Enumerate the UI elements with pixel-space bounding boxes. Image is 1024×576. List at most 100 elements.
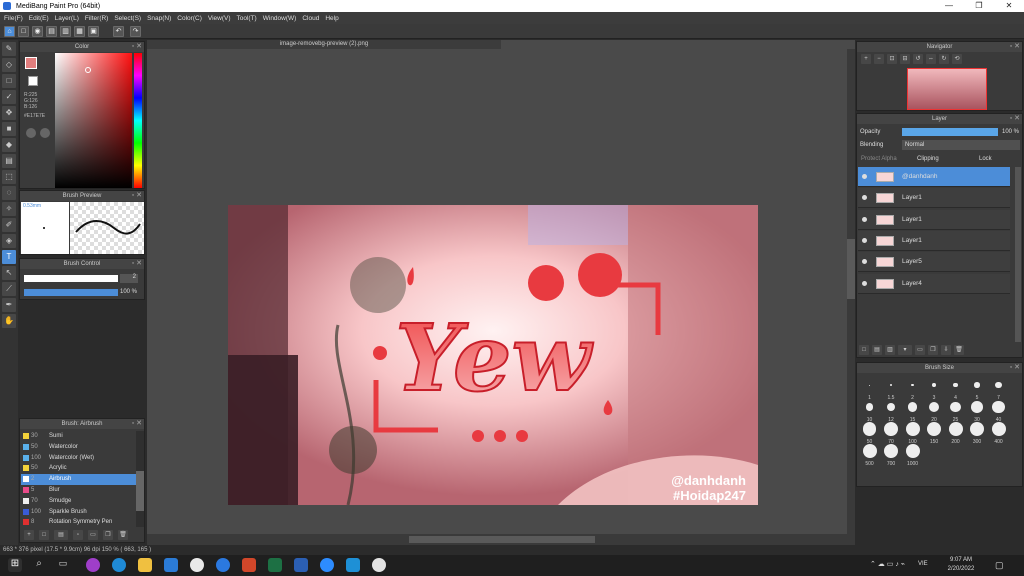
brush-size-option[interactable]: 70 <box>882 420 901 445</box>
lasso-tool-icon[interactable]: ◌ <box>2 186 16 200</box>
operation-tool-icon[interactable]: ↖ <box>2 266 16 280</box>
new-1bit-layer-icon[interactable]: ▥ <box>885 345 895 355</box>
new-halftone-layer-icon[interactable]: ▤ <box>872 345 882 355</box>
brush-list-item[interactable]: 2 Airbrush <box>21 474 143 485</box>
color-picker-handle[interactable] <box>85 67 91 73</box>
close-button[interactable]: ✕ <box>994 0 1024 12</box>
brush-size-option[interactable]: 1000 <box>903 442 922 467</box>
menu-tool[interactable]: Tool(T) <box>237 15 257 22</box>
language-indicator[interactable]: VIE <box>918 561 928 567</box>
comment-icon[interactable]: ◉ <box>32 26 43 37</box>
brush-delete-icon[interactable]: 🗑 <box>118 530 128 540</box>
brush-tool-icon[interactable]: ✎ <box>2 42 16 56</box>
panel-options-icon[interactable]: ▫ ✕ <box>132 259 142 269</box>
select-tool-icon[interactable]: ⬚ <box>2 170 16 184</box>
visibility-icon[interactable] <box>862 280 867 286</box>
primary-color-swatch[interactable] <box>25 57 37 69</box>
brush-size-option[interactable]: 700 <box>882 442 901 467</box>
layer-row[interactable]: Layer1 <box>858 188 1010 209</box>
brush-list-item[interactable]: 70 Smudge <box>21 496 143 507</box>
brush-size-option[interactable]: 100 <box>903 420 922 445</box>
brush-size-option[interactable]: 50 <box>860 420 879 445</box>
brush-size-option[interactable]: 400 <box>989 420 1008 445</box>
menu-cloud[interactable]: Cloud <box>302 15 319 22</box>
fit-icon[interactable]: ⊡ <box>887 54 897 64</box>
brush-size-option[interactable]: 150 <box>925 420 944 445</box>
navigator-thumbnail[interactable] <box>907 68 987 110</box>
rect-tool-icon[interactable]: □ <box>2 74 16 88</box>
edge-icon[interactable] <box>112 558 126 572</box>
brush-size-option[interactable]: 20 <box>925 398 944 423</box>
brush-size-value[interactable]: 2 <box>120 274 138 283</box>
panel-options-icon[interactable]: ▫ ✕ <box>1010 114 1020 124</box>
layer-row[interactable]: Layer1 <box>858 230 1010 251</box>
file-explorer-icon[interactable] <box>138 558 152 572</box>
brush-size-slider[interactable] <box>24 275 118 282</box>
clipping-checkbox[interactable]: Clipping <box>917 156 939 162</box>
panel-options-icon[interactable]: ▫ ✕ <box>132 42 142 52</box>
brush-size-option[interactable]: 40 <box>989 398 1008 423</box>
brush-list-item[interactable]: 50 Acrylic <box>21 463 143 474</box>
menu-help[interactable]: Help <box>325 15 338 22</box>
new-layer-icon[interactable]: □ <box>859 345 869 355</box>
brush-folder-icon[interactable]: ▭ <box>88 530 98 540</box>
actual-size-icon[interactable]: ⊟ <box>900 54 910 64</box>
brush-size-option[interactable]: 200 <box>946 420 965 445</box>
chrome-icon[interactable] <box>190 558 204 572</box>
color-wheel-icon[interactable] <box>26 128 36 138</box>
brush-list-item[interactable]: 100 Sparkle Brush <box>21 507 143 518</box>
blending-select[interactable]: Normal <box>902 140 1020 150</box>
brush-list-item[interactable]: 30 Sumi <box>21 431 143 442</box>
visibility-icon[interactable] <box>862 237 867 243</box>
menu-layer[interactable]: Layer(L) <box>55 15 79 22</box>
medibang-icon[interactable] <box>216 558 230 572</box>
visibility-icon[interactable] <box>862 174 867 179</box>
menu-filter[interactable]: Filter(R) <box>85 15 108 22</box>
magic-wand-tool-icon[interactable]: ✧ <box>2 202 16 216</box>
color-picker-square[interactable] <box>55 53 132 188</box>
brush-size-option[interactable]: 1.5 <box>882 376 901 401</box>
visibility-icon[interactable] <box>862 195 867 201</box>
rotate-left-icon[interactable]: ↺ <box>913 54 923 64</box>
horizontal-scrollbar[interactable] <box>147 534 855 545</box>
brush-new-icon[interactable]: □ <box>39 530 49 540</box>
brush-size-option[interactable]: 300 <box>968 420 987 445</box>
system-tray-icons[interactable]: ⌃ ☁ ▭ ♪ ⌁ <box>870 560 905 568</box>
minimize-button[interactable]: — <box>934 0 964 12</box>
brush-size-option[interactable]: 10 <box>860 398 879 423</box>
brush-list-item[interactable]: 5 Blur <box>21 485 143 496</box>
brush-size-option[interactable]: 30 <box>968 398 987 423</box>
menu-color[interactable]: Color(C) <box>177 15 202 22</box>
text-tool-icon[interactable]: T <box>2 250 16 264</box>
check-tool-icon[interactable]: ✓ <box>2 90 16 104</box>
brush-size-option[interactable]: 5 <box>968 376 987 401</box>
flip-icon[interactable]: ⇔ <box>926 54 936 64</box>
zoom-in-icon[interactable]: + <box>861 54 871 64</box>
gradient-tool-icon[interactable]: ▤ <box>2 154 16 168</box>
layer-row[interactable]: Layer5 <box>858 252 1010 273</box>
panel-options-icon[interactable]: ▫ ✕ <box>1010 42 1020 52</box>
select-eraser-tool-icon[interactable]: ◈ <box>2 234 16 248</box>
menu-window[interactable]: Window(W) <box>263 15 297 22</box>
new-file-icon[interactable]: □ <box>18 26 29 37</box>
reset-view-icon[interactable]: ⟲ <box>952 54 962 64</box>
layer-scrollbar[interactable] <box>1015 167 1021 342</box>
brush-size-option[interactable]: 12 <box>882 398 901 423</box>
search-icon[interactable]: ⌕ <box>32 558 46 572</box>
menu-snap[interactable]: Snap(N) <box>147 15 171 22</box>
protect-alpha-checkbox[interactable]: Protect Alpha <box>861 156 897 162</box>
secondary-color-swatch[interactable] <box>28 76 38 86</box>
powerpoint-icon[interactable] <box>242 558 256 572</box>
brush-size-option[interactable]: 1 <box>860 376 879 401</box>
save-icon[interactable]: ▥ <box>60 26 71 37</box>
start-icon[interactable]: ⊞ <box>8 558 22 572</box>
brush-size-option[interactable]: 3 <box>925 376 944 401</box>
brush-size-option[interactable]: 15 <box>903 398 922 423</box>
brush-list-item[interactable]: 8 Rotation Symmetry Pen <box>21 517 143 528</box>
layer-row[interactable]: Layer4 <box>858 273 1010 294</box>
brush-size-option[interactable]: 25 <box>946 398 965 423</box>
hue-slider[interactable] <box>134 53 142 188</box>
color-palette-icon[interactable] <box>40 128 50 138</box>
home-icon[interactable]: ⌂ <box>4 26 15 37</box>
zalo-icon[interactable] <box>346 558 360 572</box>
